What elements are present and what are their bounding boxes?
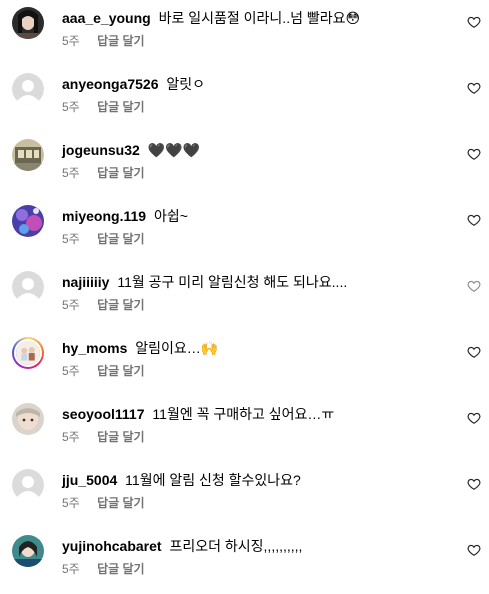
- like-heart-icon[interactable]: [467, 15, 481, 29]
- avatar[interactable]: [12, 205, 44, 237]
- comment-username[interactable]: hy_moms: [62, 340, 127, 356]
- comment-time: 5주: [62, 34, 80, 48]
- comment-text: 아쉽~: [153, 208, 188, 224]
- comment-text: 11월 공구 미리 알림신청 해도 되나요....: [117, 274, 348, 290]
- comment-item: hy_moms 알림이요…🙌 5주 답글 달기: [0, 330, 489, 396]
- comment-item: seoyool1117 11월엔 꼭 구매하고 싶어요…ㅠ 5주 답글 달기: [0, 396, 489, 462]
- reply-button[interactable]: 답글 달기: [97, 430, 145, 444]
- comment-list: aaa_e_young 바로 일시품절 이라니..넘 빨라요😳 5주 답글 달기…: [0, 0, 489, 581]
- comment-username[interactable]: yujinohcabaret: [62, 538, 162, 554]
- comment-item: aaa_e_young 바로 일시품절 이라니..넘 빨라요😳 5주 답글 달기: [0, 0, 489, 66]
- avatar[interactable]: [12, 271, 44, 303]
- comment-text: 알림이요…🙌: [135, 340, 219, 356]
- comment-time: 5주: [62, 232, 80, 246]
- avatar[interactable]: [12, 535, 44, 567]
- like-heart-icon[interactable]: [467, 345, 481, 359]
- comment-time: 5주: [62, 298, 80, 312]
- reply-button[interactable]: 답글 달기: [97, 232, 145, 246]
- comment-item: anyeonga7526 알릿ㅇ 5주 답글 달기: [0, 66, 489, 132]
- like-heart-icon[interactable]: [467, 81, 481, 95]
- comment-text: 알릿ㅇ: [166, 76, 206, 92]
- comment-item: miyeong.119 아쉽~ 5주 답글 달기: [0, 198, 489, 264]
- like-heart-icon[interactable]: [467, 477, 481, 491]
- comment-item: jogeunsu32 🖤🖤🖤 5주 답글 달기: [0, 132, 489, 198]
- avatar[interactable]: [12, 73, 44, 105]
- reply-button[interactable]: 답글 달기: [97, 34, 145, 48]
- avatar[interactable]: [12, 403, 44, 435]
- comment-item: najiiiiiy 11월 공구 미리 알림신청 해도 되나요.... 5주 답…: [0, 264, 489, 330]
- comment-time: 5주: [62, 496, 80, 510]
- comment-text: 바로 일시품절 이라니..넘 빨라요😳: [158, 10, 361, 26]
- avatar[interactable]: [12, 469, 44, 501]
- comment-time: 5주: [62, 364, 80, 378]
- like-heart-icon[interactable]: [467, 279, 481, 293]
- avatar[interactable]: [12, 337, 44, 369]
- avatar[interactable]: [12, 7, 44, 39]
- comment-time: 5주: [62, 562, 80, 576]
- reply-button[interactable]: 답글 달기: [97, 496, 145, 510]
- reply-button[interactable]: 답글 달기: [97, 100, 145, 114]
- reply-button[interactable]: 답글 달기: [97, 562, 145, 576]
- comment-item: yujinohcabaret 프리오더 하시징,,,,,,,,,, 5주 답글 …: [0, 528, 489, 594]
- comment-username[interactable]: aaa_e_young: [62, 10, 151, 26]
- like-heart-icon[interactable]: [467, 543, 481, 557]
- comment-username[interactable]: seoyool1117: [62, 406, 145, 422]
- comment-username[interactable]: jogeunsu32: [62, 142, 140, 158]
- comment-username[interactable]: najiiiiiy: [62, 274, 109, 290]
- comment-text: 🖤🖤🖤: [147, 142, 200, 158]
- comment-time: 5주: [62, 100, 80, 114]
- like-heart-icon[interactable]: [467, 147, 481, 161]
- comment-text: 11월엔 꼭 구매하고 싶어요…ㅠ: [152, 406, 335, 422]
- comment-username[interactable]: miyeong.119: [62, 208, 146, 224]
- comment-text: 11월에 알림 신청 할수있나요?: [125, 472, 301, 488]
- like-heart-icon[interactable]: [467, 213, 481, 227]
- comment-username[interactable]: jju_5004: [62, 472, 117, 488]
- comment-text: 프리오더 하시징,,,,,,,,,,: [169, 538, 303, 554]
- reply-button[interactable]: 답글 달기: [97, 364, 145, 378]
- comment-username[interactable]: anyeonga7526: [62, 76, 159, 92]
- reply-button[interactable]: 답글 달기: [97, 298, 145, 312]
- comment-time: 5주: [62, 430, 80, 444]
- like-heart-icon[interactable]: [467, 411, 481, 425]
- comment-time: 5주: [62, 166, 80, 180]
- comment-item: jju_5004 11월에 알림 신청 할수있나요? 5주 답글 달기: [0, 462, 489, 528]
- reply-button[interactable]: 답글 달기: [97, 166, 145, 180]
- avatar[interactable]: [12, 139, 44, 171]
